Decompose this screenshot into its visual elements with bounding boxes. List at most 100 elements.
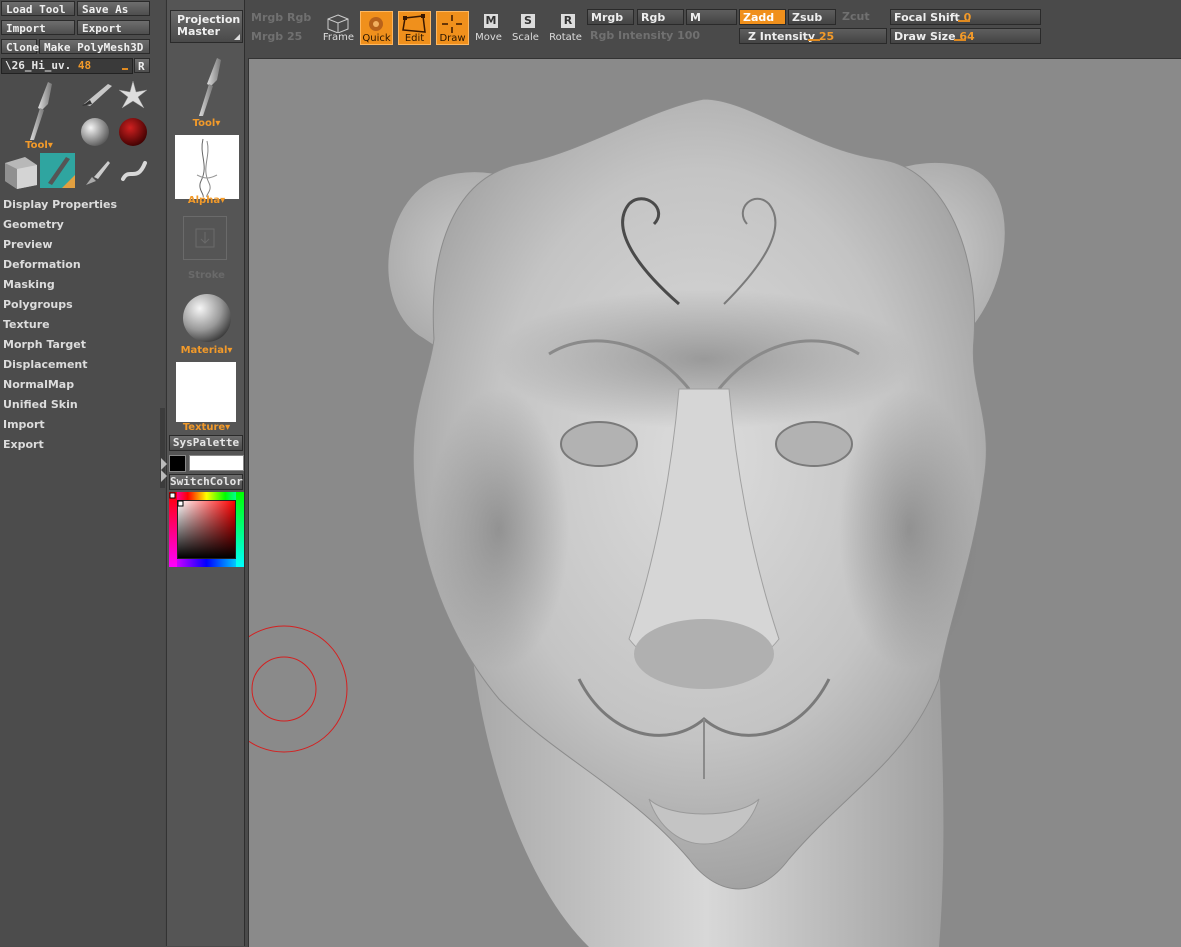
mrgb-intensity-dim: Mrgb 25 (251, 30, 303, 43)
shelf-tool-thumb[interactable] (181, 56, 231, 121)
cube-thumb[interactable] (1, 153, 39, 192)
menu-item-export[interactable]: Export (3, 437, 44, 453)
save-as-button[interactable]: Save As (77, 1, 150, 16)
primary-color-swatch[interactable] (169, 455, 186, 472)
secondary-color-swatch[interactable] (189, 455, 244, 471)
move-label: Move (475, 32, 502, 43)
rgb-button[interactable]: Rgb (637, 9, 684, 25)
syspalette-button[interactable]: SysPalette (169, 435, 243, 451)
current-tool-thumbnail[interactable] (12, 80, 62, 142)
texture-thumbnail[interactable] (176, 362, 236, 422)
clone-button[interactable]: Clone (1, 39, 39, 54)
export-button[interactable]: Export (77, 20, 150, 35)
current-tool-name: \26_Hi_uv. (5, 59, 72, 72)
stroke-icon (195, 228, 215, 248)
sculpt-tool-icon (30, 82, 52, 140)
shelf-tool-label[interactable]: Tool▾ (167, 118, 246, 129)
material-thumbnail[interactable] (181, 292, 233, 347)
brush-thumb-3[interactable] (82, 157, 112, 190)
brush-thumb-2[interactable] (117, 80, 149, 113)
focal-shift-value: 0 (963, 11, 972, 24)
texture-thumb[interactable] (40, 153, 75, 188)
sphere-thumb[interactable] (79, 116, 111, 151)
brush-thumb-1[interactable] (80, 82, 114, 111)
brush-thumb-4[interactable] (119, 157, 149, 190)
stroke-thumbnail[interactable] (183, 216, 227, 260)
reset-tool-button[interactable]: R (134, 58, 150, 73)
rotate-icon: R (549, 13, 582, 33)
make-polymesh-button[interactable]: Make PolyMesh3D (39, 39, 150, 54)
top-toolbar: Mrgb Rgb Mrgb 25 Frame Quick Edit Draw M… (245, 0, 1181, 58)
lion-head-sculpt (387, 98, 1006, 947)
rgb-intensity-slider: Rgb Intensity 100 (590, 29, 701, 42)
draw-label: Draw (439, 33, 466, 44)
material-label[interactable]: Material▾ (167, 345, 246, 356)
m-button[interactable]: M (686, 9, 737, 25)
menu-item-polygroups[interactable]: Polygroups (3, 297, 73, 313)
alpha-preview-icon (196, 138, 218, 198)
scale-tool[interactable]: S Scale (509, 11, 542, 45)
collapse-arrow-icon[interactable] (161, 458, 167, 470)
menu-item-deformation[interactable]: Deformation (3, 257, 81, 273)
texture-label[interactable]: Texture▾ (167, 422, 246, 433)
color-wheel-icon (169, 492, 244, 567)
stroke-label[interactable]: Stroke (167, 270, 246, 281)
draw-size-slider[interactable]: Draw Size 64 (890, 28, 1041, 44)
red-sphere-thumb[interactable] (117, 116, 149, 151)
zsub-button[interactable]: Zsub (788, 9, 836, 25)
menu-item-preview[interactable]: Preview (3, 237, 53, 253)
menu-item-normalmap[interactable]: NormalMap (3, 377, 74, 393)
sphere-icon (81, 118, 109, 146)
projection-master-button[interactable]: Projection Master (170, 10, 243, 43)
z-intensity-slider[interactable]: Z Intensity 25 (739, 28, 887, 44)
draw-tool[interactable]: Draw (436, 11, 469, 45)
menu-item-display-properties[interactable]: Display Properties (3, 197, 117, 213)
zadd-button[interactable]: Zadd (739, 9, 786, 25)
import-button[interactable]: Import (1, 20, 75, 35)
menu-item-masking[interactable]: Masking (3, 277, 55, 293)
viewport-canvas[interactable] (248, 58, 1181, 947)
z-intensity-label: Z Intensity (748, 30, 816, 43)
focal-shift-slider[interactable]: Focal Shift 0 (890, 9, 1041, 25)
menu-item-morph-target[interactable]: Morph Target (3, 337, 86, 353)
frame-label: Frame (322, 32, 355, 43)
mrgb-button[interactable]: Mrgb (587, 9, 634, 25)
projection-master-label: Projection Master (177, 13, 241, 38)
menu-item-import[interactable]: Import (3, 417, 45, 433)
move-tool[interactable]: M Move (472, 11, 505, 45)
edit-tool[interactable]: Edit (398, 11, 431, 45)
alpha-thumbnail[interactable] (175, 135, 239, 199)
frame-tool[interactable]: Frame (322, 11, 355, 45)
draw-size-value: 64 (959, 30, 975, 43)
cube-icon (5, 157, 37, 189)
rotate-tool[interactable]: R Rotate (549, 11, 582, 45)
material-sphere-icon (183, 294, 231, 342)
quick-icon (369, 17, 383, 31)
draw-size-label: Draw Size (894, 30, 956, 43)
brush-cursor (249, 625, 348, 753)
focal-shift-label: Focal Shift (894, 11, 960, 24)
current-tool-slider[interactable]: \26_Hi_uv. 48 (1, 58, 133, 74)
expand-arrow-icon[interactable] (161, 470, 167, 482)
paintbrush-icon (86, 161, 110, 185)
rotate-label: Rotate (549, 32, 582, 43)
menu-item-texture[interactable]: Texture (3, 317, 50, 333)
left-shelf: Projection Master Tool▾ Alpha▾ Stroke Ma… (161, 0, 246, 946)
menu-item-geometry[interactable]: Geometry (3, 217, 64, 233)
zcut-button: Zcut (842, 10, 870, 23)
scale-label: Scale (512, 32, 539, 43)
menu-item-displacement[interactable]: Displacement (3, 357, 88, 373)
red-sphere-icon (119, 118, 147, 146)
color-picker[interactable] (169, 492, 244, 567)
alpha-label[interactable]: Alpha▾ (167, 195, 246, 206)
switchcolor-button[interactable]: SwitchColor (169, 474, 243, 490)
edit-label: Edit (404, 33, 425, 44)
quick-tool[interactable]: Quick (360, 11, 393, 45)
move-icon: M (484, 14, 498, 28)
frame-icon (327, 14, 349, 33)
tool-palette: Load Tool Save As Import Export Clone Ma… (0, 0, 165, 946)
menu-item-unified-skin[interactable]: Unified Skin (3, 397, 78, 413)
textured-tool-icon (48, 157, 75, 188)
slash-brush-icon (82, 84, 112, 106)
load-tool-button[interactable]: Load Tool (1, 1, 75, 16)
